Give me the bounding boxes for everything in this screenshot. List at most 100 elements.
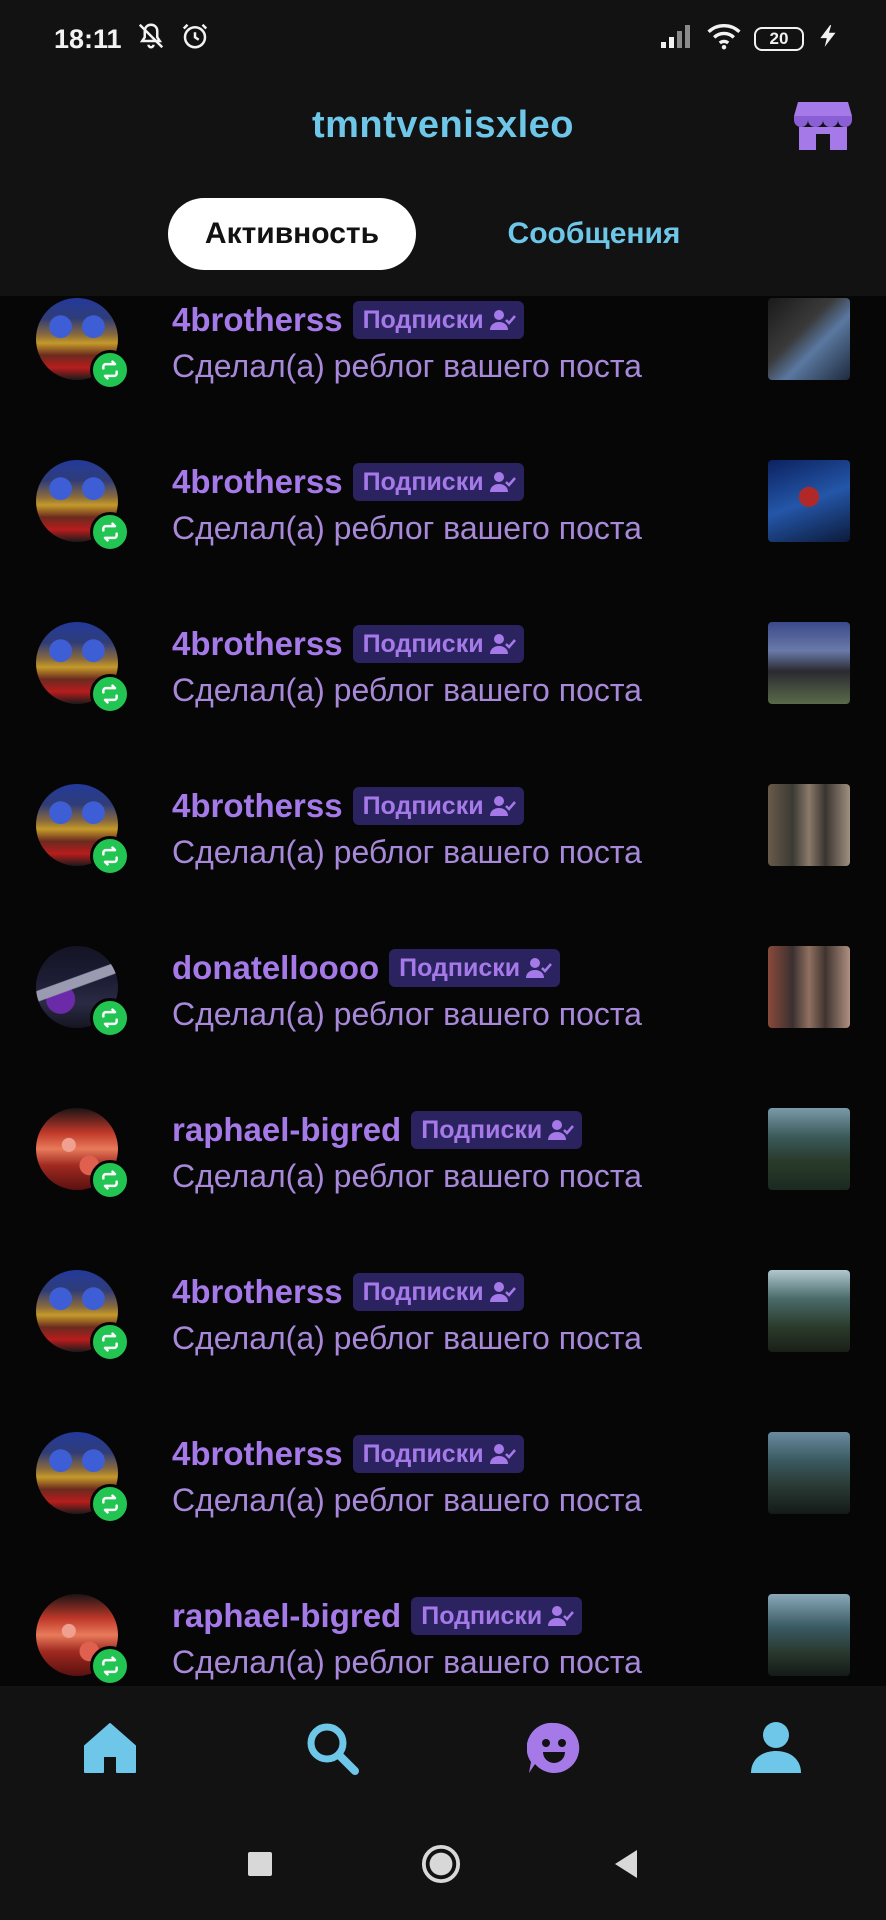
following-badge-label: Подписки: [421, 1115, 543, 1144]
item-text: raphael-bigred Подписки Сделал(а) реблог…: [172, 1592, 732, 1681]
following-badge-label: Подписки: [362, 1439, 484, 1468]
shop-button[interactable]: [794, 98, 852, 152]
avatar-container[interactable]: [36, 460, 130, 552]
list-item[interactable]: raphael-bigred Подписки Сделал(а) реблог…: [0, 1592, 886, 1686]
following-badge-label: Подписки: [362, 629, 484, 658]
avatar-container[interactable]: [36, 1432, 130, 1524]
activity-description: Сделал(а) реблог вашего поста: [172, 348, 642, 384]
username[interactable]: 4brotherss: [172, 301, 343, 339]
app-screen: 18:11 20 tmntvenisxleo Активность Сообще…: [0, 0, 886, 1920]
status-time: 18:11: [54, 23, 122, 54]
name-line: 4brotherss Подписки: [172, 620, 732, 668]
avatar-container[interactable]: [36, 1594, 130, 1686]
user-check-icon: [548, 1606, 575, 1626]
list-item[interactable]: 4brotherss Подписки Сделал(а) реблог ваш…: [0, 296, 886, 458]
reblog-icon: [90, 998, 130, 1038]
post-thumbnail[interactable]: [768, 946, 850, 1028]
name-line: 4brotherss Подписки: [172, 296, 732, 344]
list-item[interactable]: 4brotherss Подписки Сделал(а) реблог ваш…: [0, 1430, 886, 1592]
username[interactable]: 4brotherss: [172, 787, 343, 825]
list-item[interactable]: 4brotherss Подписки Сделал(а) реблог ваш…: [0, 782, 886, 944]
user-check-icon: [489, 1444, 516, 1464]
activity-description: Сделал(а) реблог вашего поста: [172, 672, 642, 708]
activity-list[interactable]: 4brotherss Подписки Сделал(а) реблог ваш…: [0, 296, 886, 1686]
nav-activity-button[interactable]: [526, 1720, 582, 1776]
following-badge-label: Подписки: [362, 305, 484, 334]
following-badge: Подписки: [352, 301, 524, 339]
following-badge-label: Подписки: [399, 953, 521, 982]
home-circle-icon: [421, 1844, 461, 1884]
activity-face-icon: [527, 1722, 580, 1773]
activity-description: Сделал(а) реблог вашего поста: [172, 996, 642, 1032]
reblog-icon: [90, 836, 130, 876]
post-thumbnail[interactable]: [768, 460, 850, 542]
item-text: 4brotherss Подписки Сделал(а) реблог ваш…: [172, 1268, 732, 1357]
nav-account-button[interactable]: [748, 1720, 804, 1776]
post-thumbnail[interactable]: [768, 1594, 850, 1676]
system-nav-bar: [0, 1808, 886, 1920]
wifi-icon: [706, 22, 742, 57]
username[interactable]: 4brotherss: [172, 1435, 343, 1473]
item-text: 4brotherss Подписки Сделал(а) реблог ваш…: [172, 782, 732, 871]
name-line: 4brotherss Подписки: [172, 458, 732, 506]
user-check-icon: [489, 796, 516, 816]
home-system-button[interactable]: [421, 1844, 461, 1884]
avatar-container[interactable]: [36, 784, 130, 876]
avatar-container[interactable]: [36, 298, 130, 390]
avatar-container[interactable]: [36, 1270, 130, 1362]
following-badge: Подписки: [389, 949, 561, 987]
item-text: 4brotherss Подписки Сделал(а) реблог ваш…: [172, 1430, 732, 1519]
post-thumbnail[interactable]: [768, 622, 850, 704]
reblog-icon: [90, 512, 130, 552]
item-text: 4brotherss Подписки Сделал(а) реблог ваш…: [172, 296, 732, 385]
reblog-icon: [90, 1160, 130, 1200]
battery-indicator: 20: [754, 27, 804, 51]
recents-square-icon: [248, 1852, 272, 1876]
alarm-icon: [180, 21, 210, 58]
username[interactable]: 4brotherss: [172, 463, 343, 501]
bottom-nav: [0, 1686, 886, 1808]
reblog-icon: [90, 1646, 130, 1686]
tab-activity[interactable]: Активность: [168, 198, 416, 270]
tab-bar: Активность Сообщения: [0, 198, 886, 272]
list-item[interactable]: 4brotherss Подписки Сделал(а) реблог ваш…: [0, 620, 886, 782]
username[interactable]: 4brotherss: [172, 625, 343, 663]
post-thumbnail[interactable]: [768, 784, 850, 866]
list-item[interactable]: donatelloooo Подписки Сделал(а) реблог в…: [0, 944, 886, 1106]
user-check-icon: [489, 1282, 516, 1302]
list-item[interactable]: raphael-bigred Подписки Сделал(а) реблог…: [0, 1106, 886, 1268]
status-right: 20: [660, 22, 842, 57]
reblog-icon: [90, 1322, 130, 1362]
tab-messages[interactable]: Сообщения: [480, 198, 708, 270]
username[interactable]: raphael-bigred: [172, 1111, 401, 1149]
post-thumbnail[interactable]: [768, 1108, 850, 1190]
following-badge-label: Подписки: [362, 1277, 484, 1306]
avatar-container[interactable]: [36, 1108, 130, 1200]
avatar-container[interactable]: [36, 946, 130, 1038]
status-bar: 18:11 20: [0, 0, 886, 78]
signal-icon: [660, 23, 694, 56]
following-badge: Подписки: [411, 1597, 583, 1635]
bell-muted-icon: [136, 21, 166, 58]
post-thumbnail[interactable]: [768, 298, 850, 380]
list-item[interactable]: 4brotherss Подписки Сделал(а) реблог ваш…: [0, 458, 886, 620]
item-text: 4brotherss Подписки Сделал(а) реблог ваш…: [172, 458, 732, 547]
back-button[interactable]: [606, 1844, 646, 1884]
user-check-icon: [548, 1120, 575, 1140]
shop-icon: [794, 102, 852, 150]
post-thumbnail[interactable]: [768, 1270, 850, 1352]
username[interactable]: raphael-bigred: [172, 1597, 401, 1635]
avatar-container[interactable]: [36, 622, 130, 714]
list-item[interactable]: 4brotherss Подписки Сделал(а) реблог ваш…: [0, 1268, 886, 1430]
nav-search-button[interactable]: [304, 1720, 360, 1776]
activity-description: Сделал(а) реблог вашего поста: [172, 834, 642, 870]
name-line: donatelloooo Подписки: [172, 944, 732, 992]
name-line: 4brotherss Подписки: [172, 1268, 732, 1316]
username[interactable]: 4brotherss: [172, 1273, 343, 1311]
recents-button[interactable]: [240, 1844, 280, 1884]
nav-home-button[interactable]: [82, 1720, 138, 1776]
post-thumbnail[interactable]: [768, 1432, 850, 1514]
username[interactable]: donatelloooo: [172, 949, 379, 987]
reblog-icon: [90, 674, 130, 714]
following-badge-label: Подписки: [362, 791, 484, 820]
